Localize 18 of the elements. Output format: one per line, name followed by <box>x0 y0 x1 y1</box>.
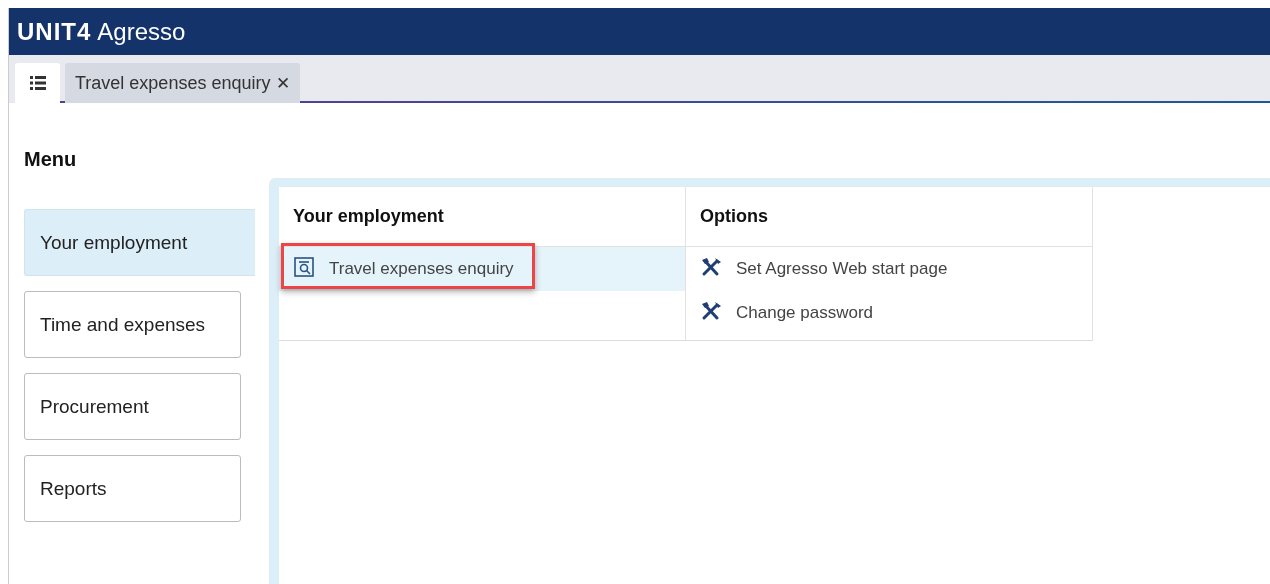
tab-label: Travel expenses enquiry <box>75 72 271 94</box>
close-icon[interactable]: ✕ <box>276 72 291 94</box>
product-name: Agresso <box>97 17 186 46</box>
column-heading: Options <box>686 187 1092 247</box>
search-document-icon <box>293 255 315 278</box>
menu-link[interactable]: Set Agresso Web start page <box>686 247 1092 291</box>
menu-item[interactable]: Time and expenses <box>24 291 241 358</box>
tools-icon <box>700 256 722 277</box>
list-icon <box>29 76 46 90</box>
page-tab[interactable]: Travel expenses enquiry ✕ <box>65 63 301 103</box>
menu-item[interactable]: Procurement <box>24 373 241 440</box>
menu-item[interactable]: Reports <box>24 455 241 522</box>
menu-link[interactable]: Change password <box>686 291 1092 335</box>
menu-tab[interactable] <box>15 63 60 103</box>
menu-title: Menu <box>24 148 78 171</box>
tools-icon <box>700 300 722 321</box>
brand-logo: UNIT4 <box>17 17 92 46</box>
menu-item[interactable]: Your employment <box>24 209 255 276</box>
